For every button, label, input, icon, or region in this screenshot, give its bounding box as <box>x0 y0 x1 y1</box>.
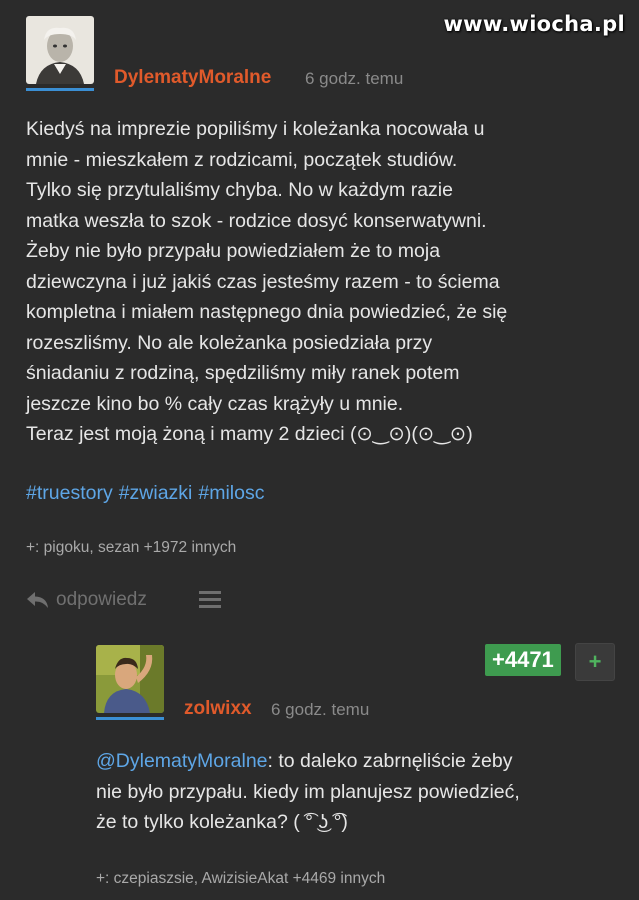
comment-timestamp: 6 godz. temu <box>271 700 370 719</box>
post-author-name[interactable]: DylematyMoralne <box>114 67 271 89</box>
comment-body: @DylematyMoralne: to daleko zabrnęliście… <box>96 746 626 838</box>
comment-avatar-underline <box>96 717 164 720</box>
comment-mention[interactable]: @DylematyMoralne <box>96 750 268 772</box>
tag-truestory[interactable]: #truestory <box>26 482 113 504</box>
hamburger-menu-icon[interactable] <box>199 591 221 609</box>
comment-plus-button[interactable]: + <box>575 643 615 681</box>
comment-body-first-line: : to daleko zabrnęliście żeby <box>267 750 513 772</box>
comment-author-avatar[interactable] <box>96 645 164 713</box>
post-body: Kiedyś na imprezie popiliśmy i koleżanka… <box>26 118 508 445</box>
post-author-avatar[interactable] <box>26 16 94 84</box>
reply-button[interactable]: odpowiedz <box>26 589 147 611</box>
post-timestamp: 6 godz. temu <box>305 69 404 88</box>
comment-author-name[interactable]: zolwixx <box>184 698 252 720</box>
comment-body-rest: nie było przypału. kiedy im planujesz po… <box>96 780 520 834</box>
reply-arrow-icon <box>27 592 48 608</box>
post-tags: #truestory #zwiazki #milosc <box>26 482 271 505</box>
post-avatar-underline <box>26 88 94 91</box>
comment-vote-count: +4471 <box>485 644 561 676</box>
tag-milosc[interactable]: #milosc <box>198 482 264 504</box>
reply-label: odpowiedz <box>56 589 147 610</box>
post-voters[interactable]: +: pigoku, sezan +1972 innych <box>26 539 236 557</box>
tag-zwiazki[interactable]: #zwiazki <box>119 482 193 504</box>
comment-voters[interactable]: +: czepiaszsie, AwizisieAkat +4469 innyc… <box>96 870 385 888</box>
site-watermark: www.wiocha.pl <box>443 12 625 36</box>
